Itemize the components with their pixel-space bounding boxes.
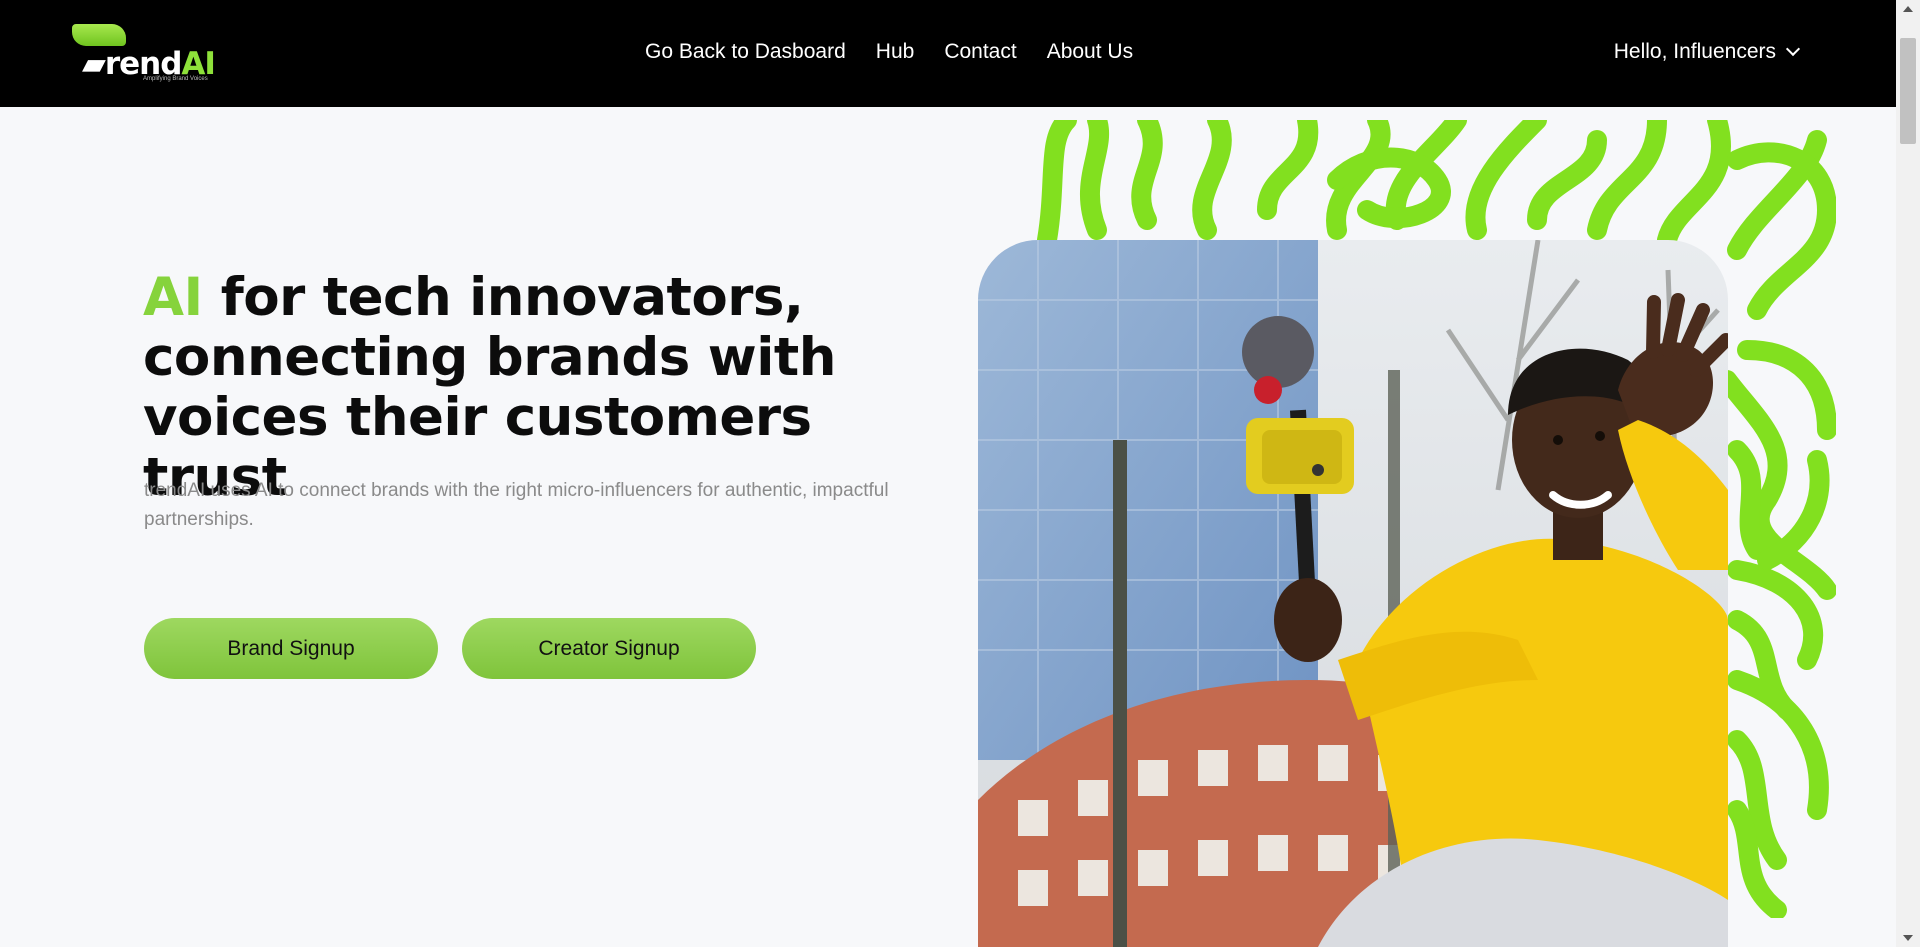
logo-wordmark-prefix: ▰ <box>82 46 106 82</box>
nav-link-dashboard[interactable]: Go Back to Dasboard <box>645 40 846 64</box>
top-navbar: ▰rendAI Amplifying Brand Voices Go Back … <box>0 0 1896 107</box>
scroll-thumb[interactable] <box>1900 38 1916 144</box>
user-greeting: Hello, Influencers <box>1613 40 1776 63</box>
hero-subtitle: trendAI uses AI to connect brands with t… <box>144 480 889 530</box>
logo-tagline: Amplifying Brand Voices <box>143 76 208 82</box>
main-nav: Go Back to Dasboard Hub Contact About Us <box>645 40 1133 64</box>
hero-photo-influencer-vlogging <box>978 240 1728 947</box>
hero-title-rest: for tech innovators, connecting brands w… <box>143 267 836 508</box>
logo-mark-icon <box>72 24 126 46</box>
user-menu-dropdown[interactable]: Hello, Influencers <box>1613 40 1801 64</box>
chevron-down-icon <box>1785 41 1801 57</box>
creator-signup-button[interactable]: Creator Signup <box>462 618 756 679</box>
brand-signup-button[interactable]: Brand Signup <box>144 618 438 679</box>
scroll-down-arrow-icon[interactable] <box>1903 935 1913 941</box>
hero-title: AI for tech innovators, connecting brand… <box>143 268 963 508</box>
hero-title-accent: AI <box>143 267 203 328</box>
page-scrollbar[interactable] <box>1896 0 1920 947</box>
nav-link-about-us[interactable]: About Us <box>1047 40 1133 64</box>
nav-link-hub[interactable]: Hub <box>876 40 915 64</box>
trendai-logo[interactable]: ▰rendAI Amplifying Brand Voices <box>70 22 230 86</box>
scroll-up-arrow-icon[interactable] <box>1903 6 1913 12</box>
nav-link-contact[interactable]: Contact <box>944 40 1016 64</box>
